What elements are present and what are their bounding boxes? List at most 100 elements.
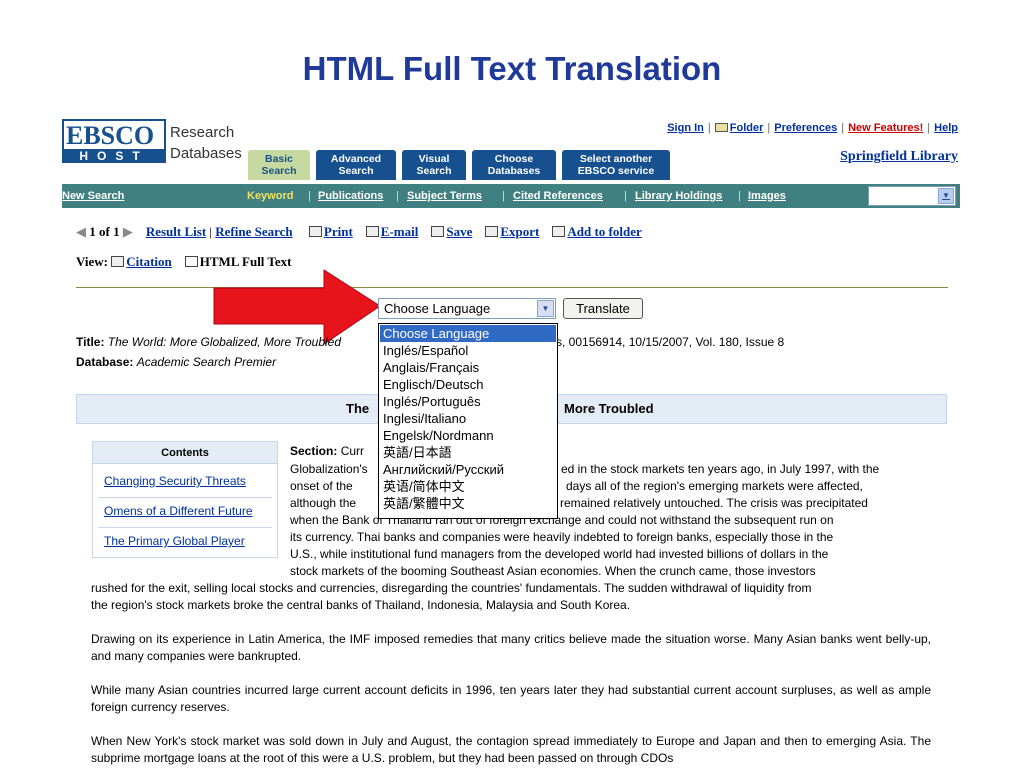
language-option[interactable]: 英语/简体中文 — [380, 478, 556, 495]
body-line-7: stock markets of the booming Southeast A… — [290, 564, 816, 578]
body-line-3-left: although the — [290, 496, 357, 510]
prev-arrow-icon[interactable]: ◀ — [76, 224, 86, 239]
subject-terms-link[interactable]: Subject Terms — [407, 190, 482, 202]
database-name: Academic Search Premier — [136, 355, 277, 369]
body-paragraph-3: While many Asian countries incurred larg… — [91, 683, 931, 714]
language-option[interactable]: Английский/Русский — [380, 461, 556, 478]
database-label: Database: — [76, 355, 134, 369]
body-line-9: the region's stock markets broke the cen… — [91, 598, 631, 612]
language-option[interactable]: 英語/繁體中文 — [380, 495, 556, 512]
tab-advanced-search[interactable]: Advanced Search — [316, 150, 396, 180]
save-link[interactable]: Save — [446, 224, 472, 239]
nav-separator: | — [308, 190, 311, 202]
publications-link[interactable]: Publications — [318, 190, 383, 202]
tab-label-line2: Search — [261, 165, 297, 177]
language-option[interactable]: Anglais/Français — [380, 359, 556, 376]
folder-icon — [552, 226, 566, 237]
next-arrow-icon[interactable]: ▶ — [123, 224, 133, 239]
body-paragraph-2: Drawing on its experience in Latin Ameri… — [91, 632, 931, 663]
result-counter: 1 of 1 — [89, 224, 120, 239]
tab-choose-databases[interactable]: Choose Databases — [472, 150, 556, 180]
new-search-link[interactable]: New Search — [62, 190, 124, 202]
tab-visual-search[interactable]: Visual Search — [402, 150, 466, 180]
cited-references-link[interactable]: Cited References — [513, 190, 603, 202]
toolbar-separator: | — [209, 224, 213, 239]
sign-in-link[interactable]: Sign In — [667, 122, 704, 134]
folder-icon — [714, 123, 728, 132]
language-select[interactable]: Language ▼ — [868, 186, 956, 206]
toc-separator — [98, 527, 272, 528]
result-toolbar: ◀ 1 of 1 ▶ Result List | Refine Search P… — [76, 224, 642, 240]
ebsco-host-logo[interactable]: EBSCO HOST Research Databases — [62, 119, 244, 165]
citation-icon — [111, 256, 125, 267]
choose-language-value: Choose Language — [384, 301, 491, 316]
tab-label-line2: Search — [416, 165, 452, 177]
slide-title: HTML Full Text Translation — [302, 50, 722, 87]
language-option[interactable]: Choose Language — [380, 325, 556, 342]
keyword-link[interactable]: Keyword — [247, 190, 293, 202]
view-label: View: — [76, 254, 109, 269]
tab-basic-search[interactable]: Basic Search — [248, 150, 310, 180]
logo-box: EBSCO HOST — [62, 119, 166, 163]
folder-link[interactable]: Folder — [730, 122, 764, 134]
language-option[interactable]: Englisch/Deutsch — [380, 376, 556, 393]
translate-button[interactable]: Translate — [563, 298, 643, 319]
help-link[interactable]: Help — [934, 122, 958, 134]
toc-link-omens[interactable]: Omens of a Different Future — [104, 504, 253, 518]
body-line-1-left: Globalization's — [290, 462, 368, 476]
body-line-5: its currency. Thai banks and companies w… — [290, 530, 834, 544]
preferences-link[interactable]: Preferences — [774, 122, 837, 134]
export-icon — [485, 226, 499, 237]
export-link[interactable]: Export — [500, 224, 539, 239]
email-icon — [365, 226, 379, 237]
choose-language-select[interactable]: Choose Language ▼ — [378, 298, 556, 319]
refine-search-link[interactable]: Refine Search — [215, 224, 292, 239]
body-line-6: U.S., while institutional fund managers … — [290, 547, 829, 561]
nav-separator: | — [738, 190, 741, 202]
divider — [76, 287, 948, 288]
images-link[interactable]: Images — [748, 190, 786, 202]
chevron-down-icon: ▼ — [938, 188, 954, 204]
add-to-folder-link[interactable]: Add to folder — [567, 224, 641, 239]
language-option[interactable]: Inglés/Español — [380, 342, 556, 359]
language-dropdown-list: Choose Language Inglés/Español Anglais/F… — [378, 323, 558, 519]
body-line-1-right: ed in the stock markets ten years ago, i… — [561, 462, 880, 476]
tab-select-another-service[interactable]: Select another EBSCO service — [562, 150, 670, 180]
language-select-value: Language — [873, 193, 925, 205]
title-label: Title: — [76, 335, 105, 349]
tab-label-line1: Select another — [579, 153, 653, 165]
body-paragraph-4: When New York's stock market was sold do… — [91, 734, 931, 765]
tab-label-line1: Choose — [494, 153, 534, 165]
tab-label-line2: Databases — [487, 165, 541, 177]
tab-label-line1: Visual — [418, 153, 450, 165]
result-list-link[interactable]: Result List — [146, 224, 206, 239]
search-nav-bar: New Search Keyword | Publications | Subj… — [62, 184, 960, 208]
citation-link[interactable]: Citation — [126, 254, 172, 269]
database-line: Database: Academic Search Premier — [76, 355, 276, 369]
body-line-3-right: remained relatively untouched. The crisi… — [560, 496, 868, 510]
toc-link-changing-security-threats[interactable]: Changing Security Threats — [104, 474, 246, 488]
tab-label-line2: EBSCO service — [577, 165, 655, 177]
section-value: Curr — [340, 444, 365, 458]
tab-label-line1: Basic — [264, 153, 294, 165]
body-line-2-right: days all of the region's emerging market… — [566, 479, 863, 493]
new-features-link[interactable]: New Features! — [848, 122, 923, 134]
nav-separator: | — [502, 190, 505, 202]
email-link[interactable]: E-mail — [381, 224, 419, 239]
document-icon — [184, 256, 198, 267]
logo-host-text: HOST — [64, 149, 164, 163]
library-holdings-link[interactable]: Library Holdings — [635, 190, 722, 202]
language-option[interactable]: Inglés/Português — [380, 393, 556, 410]
source-info: s, 00156914, 10/15/2007, Vol. 180, Issue… — [556, 335, 785, 349]
logo-databases-text: Databases — [170, 145, 242, 162]
top-links: Sign In | Folder | Preferences | New Features!… — [667, 122, 958, 134]
language-option[interactable]: Inglesi/Italiano — [380, 410, 556, 427]
library-name-link[interactable]: Springfield Library — [840, 149, 958, 165]
print-link[interactable]: Print — [324, 224, 353, 239]
toc-link-primary-global-player[interactable]: The Primary Global Player — [104, 534, 245, 548]
nav-separator: | — [624, 190, 627, 202]
language-option[interactable]: Engelsk/Nordmann — [380, 427, 556, 444]
body-line-2-left: onset of the — [290, 479, 353, 493]
language-option[interactable]: 英語/日本語 — [380, 444, 556, 461]
article-heading-right: More Troubled — [564, 401, 654, 416]
